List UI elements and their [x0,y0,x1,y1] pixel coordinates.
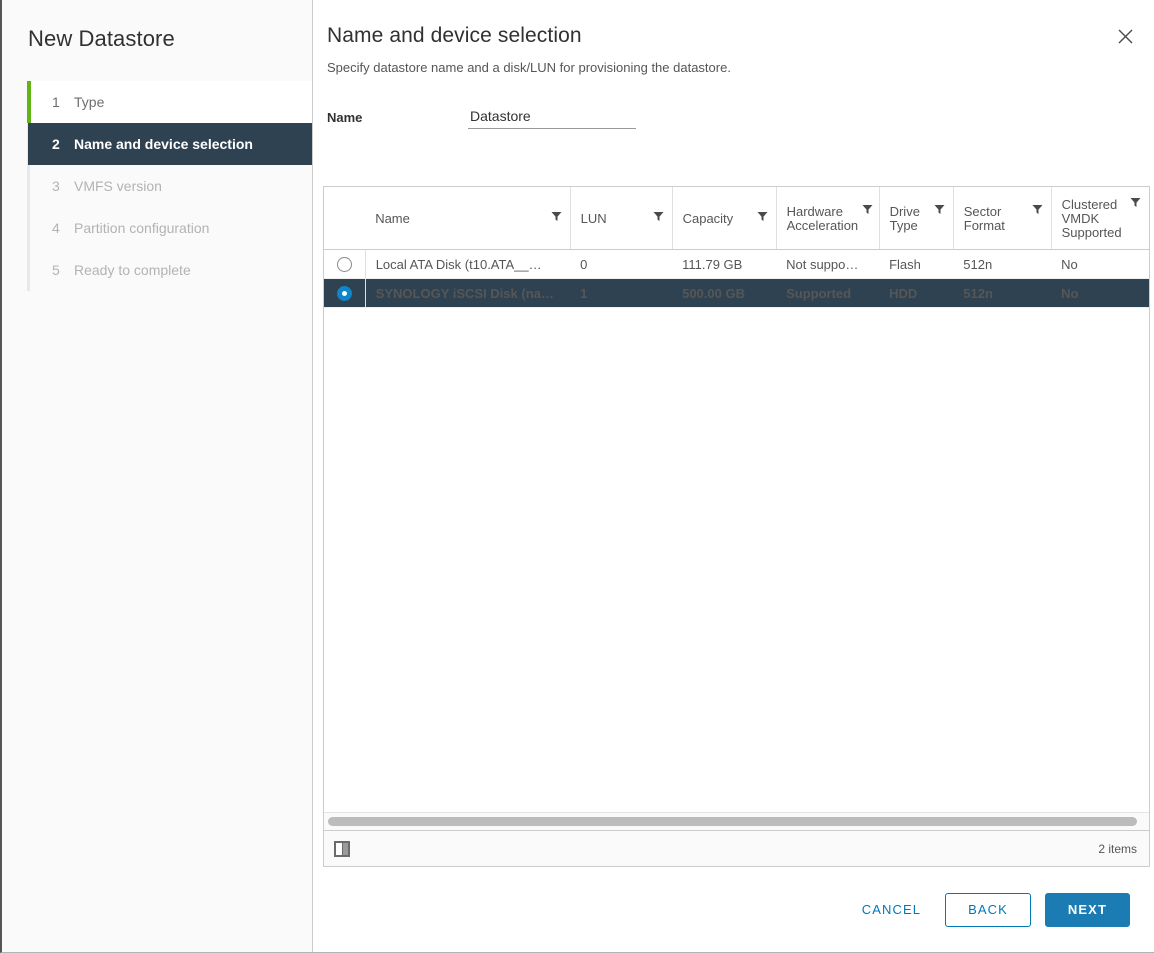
cell-lun: 0 [570,250,672,279]
column-label: Sector Format [964,204,1028,233]
column-label: Drive Type [890,204,930,233]
filter-icon[interactable] [934,204,945,215]
row-select-cell[interactable] [324,250,365,279]
step-label: Type [74,94,104,110]
column-label: Clustered VMDK Supported [1062,197,1126,240]
table-row[interactable]: SYNOLOGY iSCSI Disk (na… 1 500.00 GB Sup… [324,279,1149,308]
filter-icon[interactable] [862,204,873,215]
sidebar-step-vmfs-version[interactable]: 3 VMFS version [28,165,312,207]
sidebar-step-ready-to-complete[interactable]: 5 Ready to complete [28,249,312,291]
filter-icon[interactable] [551,211,562,222]
sidebar-step-name-and-device-selection[interactable]: 2 Name and device selection [28,123,312,165]
wizard-title: New Datastore [2,0,312,52]
main-header: Name and device selection Specify datast… [313,0,1154,75]
cell-drive-type: Flash [879,250,953,279]
column-header-capacity[interactable]: Capacity [672,187,776,250]
wizard-main-pane: Name and device selection Specify datast… [313,0,1154,952]
column-header-lun[interactable]: LUN [570,187,672,250]
column-header-name[interactable]: Name [365,187,570,250]
column-label: LUN [581,211,607,226]
filter-icon[interactable] [1130,197,1141,208]
cancel-button[interactable]: CANCEL [852,893,931,927]
step-number: 2 [52,136,74,152]
cell-capacity: 111.79 GB [672,250,776,279]
sidebar-step-partition-configuration[interactable]: 4 Partition configuration [28,207,312,249]
column-label: Name [375,211,410,226]
filter-icon[interactable] [757,211,768,222]
device-radio-button[interactable] [337,257,352,272]
page-title: Name and device selection [327,24,1126,48]
column-header-sector-format[interactable]: Sector Format [953,187,1051,250]
name-label: Name [327,110,468,129]
step-label: Name and device selection [74,136,253,152]
table-header-row: Name LUN [324,187,1149,250]
cell-name: SYNOLOGY iSCSI Disk (na… [365,279,570,308]
step-number: 3 [52,178,74,194]
cell-clustered-vmdk-supported: No [1051,279,1149,308]
next-button[interactable]: NEXT [1045,893,1130,927]
table-row[interactable]: Local ATA Disk (t10.ATA__… 0 111.79 GB N… [324,250,1149,279]
filter-icon[interactable] [653,211,664,222]
cell-hardware-acceleration: Not suppo… [776,250,879,279]
cell-clustered-vmdk-supported: No [1051,250,1149,279]
column-label: Capacity [683,211,734,226]
column-header-clustered-vmdk-supported[interactable]: Clustered VMDK Supported [1051,187,1149,250]
grid-footer: 2 items [324,830,1149,866]
column-label: Hardware Acceleration [787,204,859,233]
filter-icon[interactable] [1032,204,1043,215]
step-number: 4 [52,220,74,236]
step-label: Partition configuration [74,220,209,236]
cell-capacity: 500.00 GB [672,279,776,308]
cell-drive-type: HDD [879,279,953,308]
scrollbar-thumb[interactable] [328,817,1137,826]
wizard-footer: CANCEL BACK NEXT [313,867,1154,952]
step-label: Ready to complete [74,262,191,278]
wizard-step-list: 1 Type 2 Name and device selection 3 VMF… [2,81,312,291]
cell-sector-format: 512n [953,279,1051,308]
item-count: 2 items [1098,842,1137,856]
cell-hardware-acceleration: Supported [776,279,879,308]
sidebar-step-type[interactable]: 1 Type [28,81,312,123]
device-radio-button[interactable] [337,286,352,301]
select-column-header [324,187,365,250]
back-button[interactable]: BACK [945,893,1031,927]
cell-sector-format: 512n [953,250,1051,279]
columns-toggle-icon[interactable] [334,841,350,857]
cell-lun: 1 [570,279,672,308]
wizard-sidebar: New Datastore 1 Type 2 Name and device s… [2,0,313,952]
step-label: VMFS version [74,178,162,194]
device-grid-scroll-area: Name LUN [324,187,1149,812]
horizontal-scrollbar[interactable] [324,812,1149,830]
new-datastore-wizard: New Datastore 1 Type 2 Name and device s… [0,0,1154,953]
device-table: Name LUN [324,187,1149,308]
datastore-name-input[interactable] [468,107,636,129]
column-header-drive-type[interactable]: Drive Type [879,187,953,250]
page-subtitle: Specify datastore name and a disk/LUN fo… [327,60,1126,75]
column-header-hardware-acceleration[interactable]: Hardware Acceleration [776,187,879,250]
cell-name: Local ATA Disk (t10.ATA__… [365,250,570,279]
step-number: 5 [52,262,74,278]
datastore-name-row: Name [327,107,1154,129]
close-icon[interactable] [1111,22,1139,50]
step-number: 1 [52,94,74,110]
device-grid: Name LUN [323,186,1150,867]
row-select-cell[interactable] [324,279,365,308]
